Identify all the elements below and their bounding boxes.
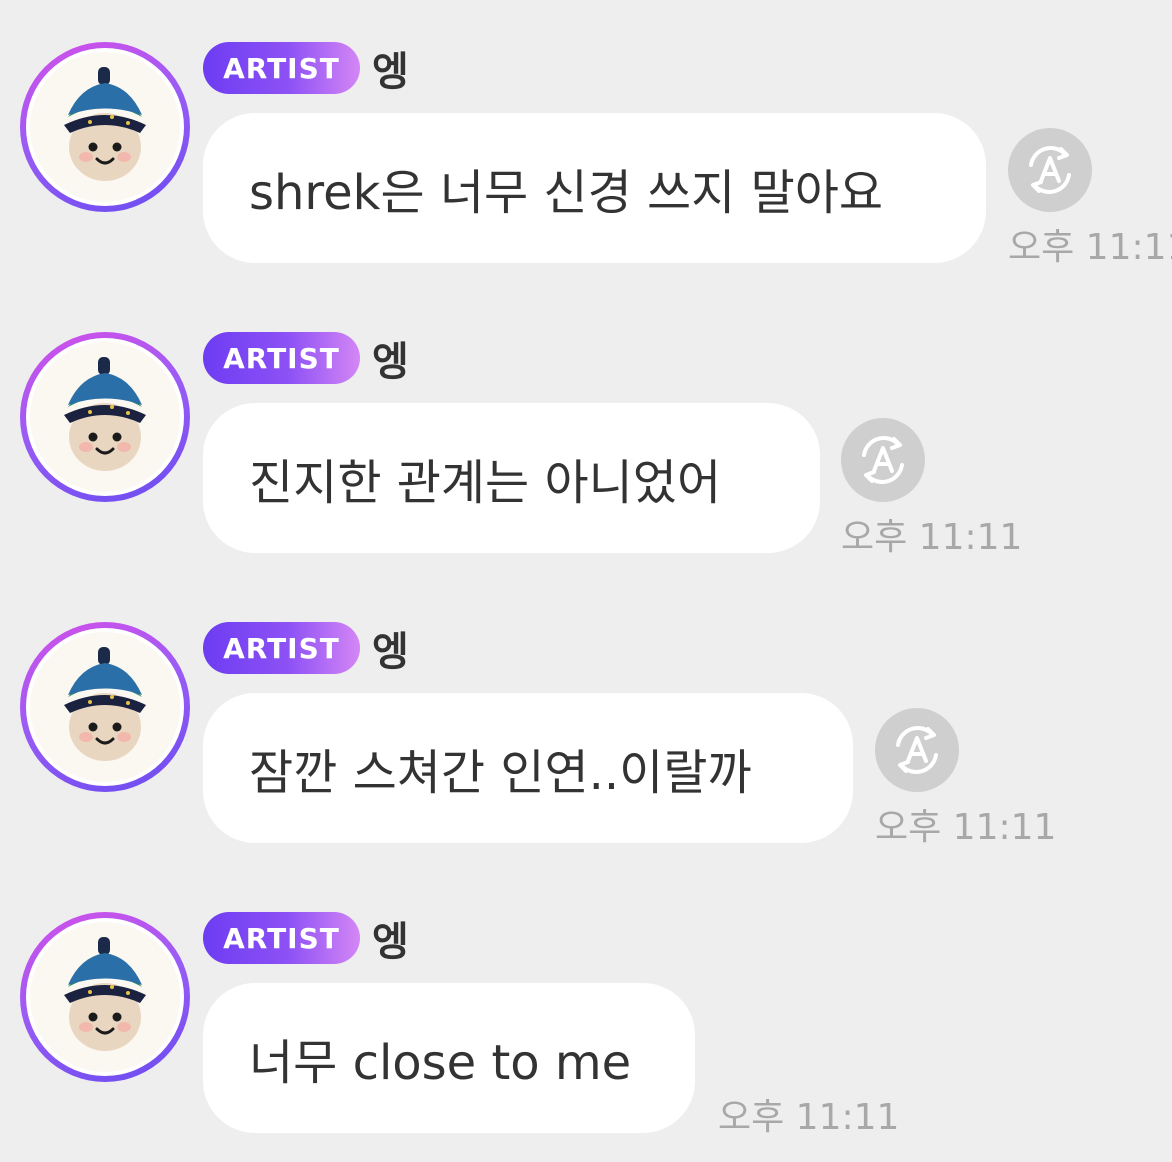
plush-avatar-icon	[64, 67, 146, 181]
plush-avatar-icon	[64, 357, 146, 471]
message-bubble[interactable]: 너무 close to me	[203, 983, 695, 1133]
translate-icon	[862, 436, 904, 484]
chat-message: ARTIST 엥 너무 close to me 오후 11:11	[0, 870, 1172, 1160]
timestamp: 오후 11:11	[1008, 227, 1172, 268]
username[interactable]: 엥	[372, 619, 409, 677]
translate-button[interactable]	[841, 418, 925, 502]
timestamp: 오후 11:11	[841, 517, 1023, 558]
avatar[interactable]	[20, 332, 190, 502]
chat-message: ARTIST 엥 잠깐 스쳐간 인연..이랄까 오후 11:11	[0, 580, 1172, 870]
chat-message: ARTIST 엥 shrek은 너무 신경 쓰지 말아요 오후 11:11	[0, 0, 1172, 290]
translate-icon	[896, 726, 938, 774]
timestamp: 오후 11:11	[718, 1097, 900, 1138]
username[interactable]: 엥	[372, 329, 409, 387]
plush-avatar-icon	[64, 937, 146, 1051]
translate-button[interactable]	[875, 708, 959, 792]
translate-icon	[1029, 146, 1071, 194]
artist-badge: ARTIST	[203, 912, 360, 964]
avatar[interactable]	[20, 622, 190, 792]
plush-avatar-icon	[64, 647, 146, 761]
avatar[interactable]	[20, 42, 190, 212]
timestamp: 오후 11:11	[875, 807, 1057, 848]
message-bubble[interactable]: shrek은 너무 신경 쓰지 말아요	[203, 113, 986, 263]
avatar[interactable]	[20, 912, 190, 1082]
artist-badge: ARTIST	[203, 332, 360, 384]
translate-button[interactable]	[1008, 128, 1092, 212]
message-bubble[interactable]: 진지한 관계는 아니었어	[203, 403, 820, 553]
username[interactable]: 엥	[372, 39, 409, 97]
message-bubble[interactable]: 잠깐 스쳐간 인연..이랄까	[203, 693, 853, 843]
artist-badge: ARTIST	[203, 622, 360, 674]
artist-badge: ARTIST	[203, 42, 360, 94]
username[interactable]: 엥	[372, 909, 409, 967]
chat-message: ARTIST 엥 진지한 관계는 아니었어 오후 11:11	[0, 290, 1172, 580]
